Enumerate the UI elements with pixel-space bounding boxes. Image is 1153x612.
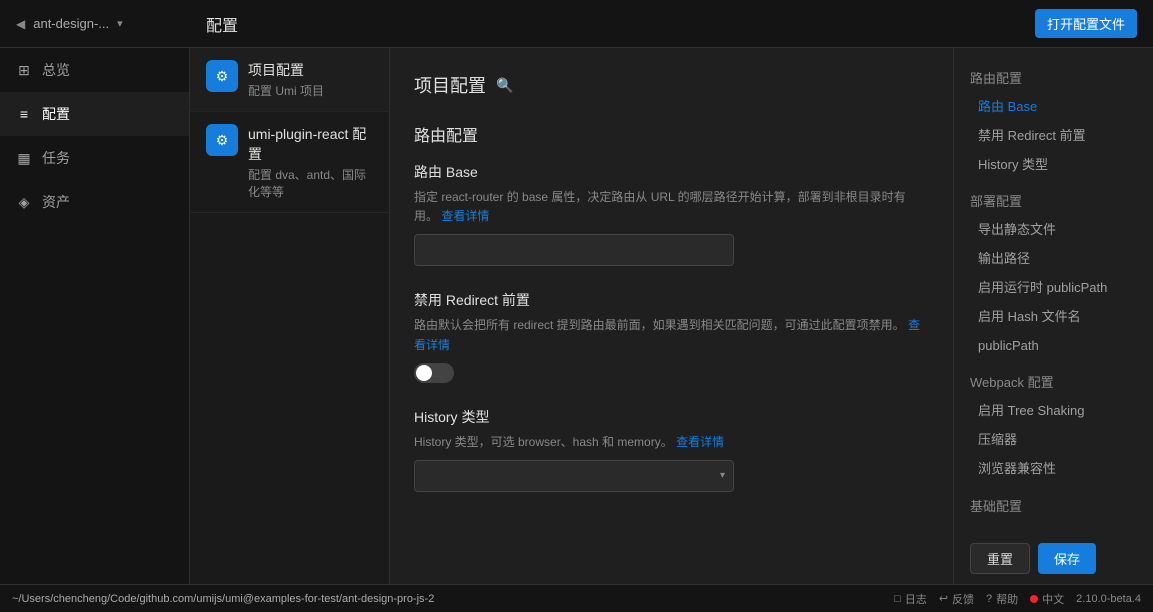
right-nav-item-publicpath[interactable]: publicPath [954, 332, 1153, 361]
project-config-title: 项目配置 [248, 60, 324, 80]
sidebar2-item-project-config[interactable]: ⚙ 项目配置 配置 Umi 项目 [190, 48, 389, 112]
route-base-title: 路由 Base [414, 162, 929, 182]
right-nav-base-title: 基础配置 [954, 492, 1153, 519]
plugin-config-sub: 配置 dva、antd、国际化等等 [248, 166, 373, 200]
project-config-text: 项目配置 配置 Umi 项目 [248, 60, 324, 99]
topbar: ◀ ant-design-... ▾ 配置 打开配置文件 [0, 0, 1153, 48]
reset-button[interactable]: 重置 [970, 543, 1030, 574]
disable-redirect-title: 禁用 Redirect 前置 [414, 290, 929, 310]
config-icon: ≡ [16, 106, 32, 122]
bottombar-feedback[interactable]: ↩ 反馈 [939, 591, 974, 607]
config-item-history-type: History 类型 History 类型，可选 browser、hash 和 … [414, 407, 929, 492]
main-layout: ⊞ 总览 ≡ 配置 ▦ 任务 ◈ 资产 ⚙ 项目配置 配置 Umi 项目 ⚙ u… [0, 48, 1153, 584]
right-nav-item-route-base[interactable]: 路由 Base [954, 93, 1153, 122]
sidebar-item-assets-label: 资产 [42, 192, 70, 212]
overview-icon: ⊞ [16, 62, 32, 78]
history-type-title: History 类型 [414, 407, 929, 427]
log-label: 日志 [905, 591, 927, 607]
sidebar2: ⚙ 项目配置 配置 Umi 项目 ⚙ umi-plugin-react 配置 配… [190, 48, 390, 584]
sidebar-item-config-label: 配置 [42, 104, 70, 124]
version-label: 2.10.0-beta.4 [1076, 593, 1141, 605]
route-base-desc: 指定 react-router 的 base 属性，决定路由从 URL 的哪层路… [414, 188, 929, 226]
section-routing-title: 路由配置 [414, 122, 929, 146]
bottombar-version: 2.10.0-beta.4 [1076, 593, 1141, 605]
search-icon[interactable]: 🔍 [496, 77, 513, 94]
status-dot [1030, 595, 1038, 603]
assets-icon: ◈ [16, 194, 32, 210]
right-nav-routing-title: 路由配置 [954, 64, 1153, 91]
sidebar-item-assets[interactable]: ◈ 资产 [0, 180, 189, 224]
open-config-button[interactable]: 打开配置文件 [1035, 9, 1137, 38]
bottombar-help[interactable]: ? 帮助 [986, 591, 1018, 607]
toggle-knob [416, 365, 432, 381]
right-nav-webpack: Webpack 配置 启用 Tree Shaking 压缩器 浏览器兼容性 [954, 368, 1153, 483]
content-title: 项目配置 [414, 72, 486, 98]
right-nav-item-export-static[interactable]: 导出静态文件 [954, 216, 1153, 245]
feedback-label: 反馈 [952, 591, 974, 607]
history-type-select[interactable]: ▾ [414, 460, 734, 492]
config-item-disable-redirect: 禁用 Redirect 前置 路由默认会把所有 redirect 提到路由最前面… [414, 290, 929, 382]
plugin-config-title: umi-plugin-react 配置 [248, 124, 373, 164]
feedback-icon: ↩ [939, 592, 948, 605]
project-config-icon: ⚙ [206, 60, 238, 92]
right-nav-item-output-path[interactable]: 输出路径 [954, 245, 1153, 274]
content-header: 项目配置 🔍 [414, 72, 929, 98]
sidebar-item-overview-label: 总览 [42, 60, 70, 80]
page-title: 配置 [206, 12, 1035, 36]
right-nav-item-browser-compat[interactable]: 浏览器兼容性 [954, 455, 1153, 484]
save-button[interactable]: 保存 [1038, 543, 1096, 574]
sidebar-item-config[interactable]: ≡ 配置 [0, 92, 189, 136]
sidebar: ⊞ 总览 ≡ 配置 ▦ 任务 ◈ 资产 [0, 48, 190, 584]
plugin-config-icon: ⚙ [206, 124, 238, 156]
chevron-down-icon: ▾ [720, 470, 725, 481]
project-config-sub: 配置 Umi 项目 [248, 82, 324, 99]
sidebar-item-overview[interactable]: ⊞ 总览 [0, 48, 189, 92]
right-nav-deploy-title: 部署配置 [954, 187, 1153, 214]
history-type-desc: History 类型，可选 browser、hash 和 memory。 查看详… [414, 433, 929, 452]
route-base-link[interactable]: 查看详情 [441, 209, 489, 223]
right-nav-item-runtime-publicpath[interactable]: 启用运行时 publicPath [954, 274, 1153, 303]
disable-redirect-toggle[interactable] [414, 363, 454, 383]
dropdown-icon[interactable]: ▾ [117, 17, 123, 30]
bottombar-log[interactable]: □ 日志 [894, 591, 927, 607]
sidebar2-item-plugin-config[interactable]: ⚙ umi-plugin-react 配置 配置 dva、antd、国际化等等 [190, 112, 389, 213]
help-icon: ? [986, 593, 992, 605]
sidebar-item-tasks[interactable]: ▦ 任务 [0, 136, 189, 180]
right-nav-routing: 路由配置 路由 Base 禁用 Redirect 前置 History 类型 [954, 64, 1153, 179]
disable-redirect-desc: 路由默认会把所有 redirect 提到路由最前面，如果遇到相关匹配问题，可通过… [414, 316, 929, 354]
lang-label: 中文 [1042, 591, 1064, 607]
config-item-route-base: 路由 Base 指定 react-router 的 base 属性，决定路由从 … [414, 162, 929, 266]
back-icon[interactable]: ◀ [16, 17, 25, 31]
footer-actions: 重置 保存 [954, 543, 1153, 574]
history-type-link[interactable]: 查看详情 [676, 435, 724, 449]
log-icon: □ [894, 593, 901, 605]
tasks-icon: ▦ [16, 150, 32, 166]
sidebar-item-tasks-label: 任务 [42, 148, 70, 168]
right-nav-item-disable-redirect[interactable]: 禁用 Redirect 前置 [954, 122, 1153, 151]
content-area: 项目配置 🔍 路由配置 路由 Base 指定 react-router 的 ba… [390, 48, 953, 584]
right-nav-item-history-type[interactable]: History 类型 [954, 151, 1153, 180]
help-label: 帮助 [996, 591, 1018, 607]
right-nav-item-hash-filename[interactable]: 启用 Hash 文件名 [954, 303, 1153, 332]
right-nav-item-tree-shaking[interactable]: 启用 Tree Shaking [954, 397, 1153, 426]
plugin-config-text: umi-plugin-react 配置 配置 dva、antd、国际化等等 [248, 124, 373, 200]
right-nav: 路由配置 路由 Base 禁用 Redirect 前置 History 类型 部… [953, 48, 1153, 584]
bottombar-path: ~/Users/chencheng/Code/github.com/umijs/… [12, 593, 882, 605]
right-nav-base: 基础配置 [954, 492, 1153, 519]
route-base-input[interactable] [414, 234, 734, 266]
topbar-left: ◀ ant-design-... ▾ [16, 16, 206, 31]
right-nav-item-compressor[interactable]: 压缩器 [954, 426, 1153, 455]
right-nav-deploy: 部署配置 导出静态文件 输出路径 启用运行时 publicPath 启用 Has… [954, 187, 1153, 360]
project-name: ant-design-... [33, 16, 109, 31]
bottombar-lang[interactable]: 中文 [1030, 591, 1064, 607]
bottombar: ~/Users/chencheng/Code/github.com/umijs/… [0, 584, 1153, 612]
right-nav-webpack-title: Webpack 配置 [954, 368, 1153, 395]
